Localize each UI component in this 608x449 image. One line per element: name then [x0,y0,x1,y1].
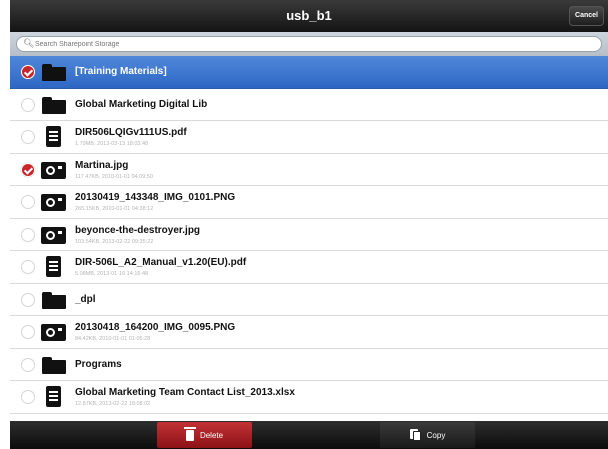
item-name: beyonce-the-destroyer.jpg [75,224,201,236]
delete-button[interactable]: Delete [157,422,252,448]
unchecked-circle-icon[interactable] [21,260,35,274]
document-icon [46,386,61,407]
file-list: [Training Materials] Global Marketing Dig… [10,56,608,421]
item-meta: 5.08MB, 2013-01-16 14:16:48 [75,271,149,277]
list-item[interactable]: 20130418_164200_IMG_0096.JPG [10,413,608,421]
search-field[interactable]: 🔍︎ [16,36,602,52]
item-name: _dpl [75,293,96,305]
item-meta: 103.54KB, 2013-02-22 09:35:22 [75,238,154,245]
search-bar: 🔍︎ [10,32,608,56]
list-item[interactable]: 20130418_164200_IMG_0095.PNG 84.42KB, 201… [10,316,608,349]
copy-label: Copy [426,430,446,440]
item-meta: 12.87KB, 2013-02-22 18:08:02 [75,401,151,407]
list-item[interactable]: 20130419_143348_IMG_0101.PNG 265.15KB, 20… [10,186,608,219]
unchecked-circle-icon[interactable] [21,195,35,209]
unchecked-circle-icon[interactable] [21,390,35,404]
folder-icon [42,356,66,374]
unchecked-circle-icon[interactable] [21,130,35,144]
item-name: Programs [75,358,122,370]
checked-icon[interactable] [21,162,35,177]
copy-button[interactable]: Copy [380,422,475,448]
list-item[interactable]: DIR506LQIGv111US.pdf 1.79MB, 2013-03-13 1… [10,121,608,154]
item-name: Martina.jpg [75,159,129,171]
item-name: DIR-506L_A2_Manual_v1.20(EU).pdf [75,257,247,268]
camera-icon [41,161,66,179]
unchecked-circle-icon[interactable] [21,325,35,339]
list-item[interactable]: DIR-506L_A2_Manual_v1.20(EU).pdf 5.08MB, … [10,251,608,284]
bottom-toolbar: Delete Copy [10,421,608,449]
delete-label: Delete [199,430,224,440]
title-bar: usb_b1 Cancel [10,0,608,32]
item-meta: 117.47KB, 2010-01-01 04:09:50 [75,173,153,180]
list-item[interactable]: _dpl [10,283,608,316]
item-name: Global Marketing Team Contact List_2013.… [75,387,295,398]
trash-icon [183,426,196,441]
list-item[interactable]: Global Marketing Digital Lib [10,88,608,121]
item-name: 20130418_164200_IMG_0095.PNG [75,322,236,333]
document-icon [46,256,61,277]
search-icon: 🔍︎ [23,38,35,48]
folder-icon [42,64,66,81]
checked-icon[interactable] [21,65,35,79]
document-icon [46,126,61,147]
unchecked-circle-icon[interactable] [21,292,35,307]
folder-icon [42,291,66,309]
item-meta: 84.42KB, 2010-01-01 01:05:28 [75,336,151,342]
unchecked-circle-icon[interactable] [21,357,35,372]
folder-icon [42,96,66,114]
unchecked-circle-icon[interactable] [21,227,35,242]
item-name: 20130419_143348_IMG_0101.PNG [75,192,236,203]
copy-icon [409,429,421,441]
list-item[interactable]: Programs [10,348,608,381]
list-item[interactable]: Martina.jpg 117.47KB, 2010-01-01 04:09:50 [10,153,608,186]
item-name: DIR506LQIGv111US.pdf [75,127,187,138]
list-item[interactable]: Global Marketing Team Contact List_2013.… [10,381,608,414]
cancel-button[interactable]: Cancel [569,6,604,26]
camera-icon [41,324,66,341]
list-item[interactable]: beyonce-the-destroyer.jpg 103.54KB, 2013-… [10,218,608,251]
list-item[interactable]: [Training Materials] [10,56,608,89]
search-input[interactable] [35,37,595,51]
camera-icon [41,226,66,244]
item-meta: 265.15KB, 2010-01-01 04:38:12 [75,206,154,212]
item-meta: 1.79MB, 2013-03-13 18:03:48 [75,141,149,147]
item-name: [Training Materials] [75,66,167,77]
unchecked-circle-icon[interactable] [21,97,35,112]
camera-icon [41,194,66,211]
item-name: Global Marketing Digital Lib [75,98,208,110]
page-title: usb_b1 [286,8,332,23]
